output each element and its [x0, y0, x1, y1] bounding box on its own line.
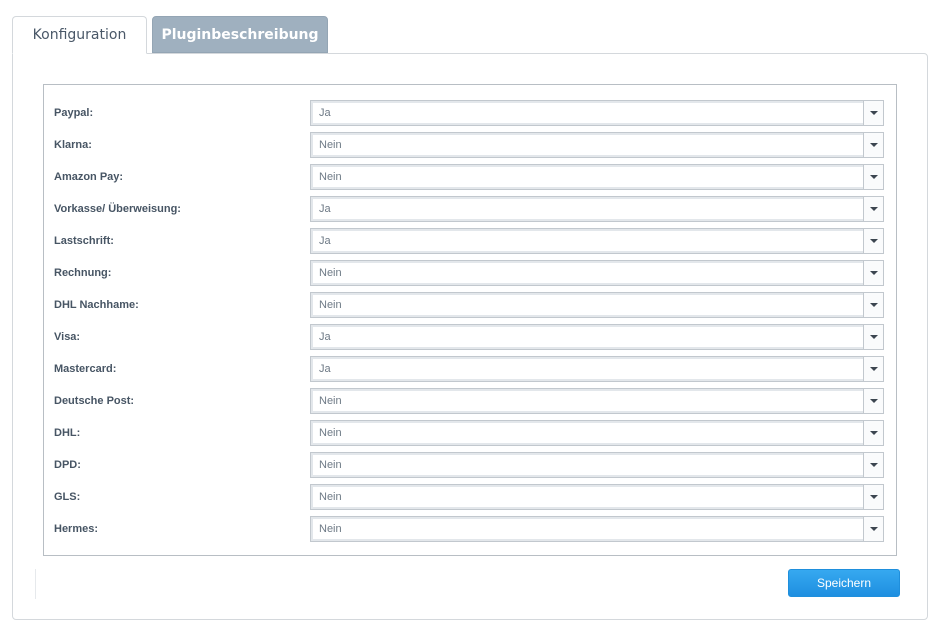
- chevron-down-icon[interactable]: [863, 261, 883, 285]
- amazon-pay-select[interactable]: Nein: [310, 164, 884, 190]
- selected-value: Ja: [319, 331, 331, 343]
- paypal-select[interactable]: Ja: [310, 100, 884, 126]
- form-row-hermes: Hermes: Nein: [44, 513, 896, 545]
- form-row-dhl-nachhame: DHL Nachhame: Nein: [44, 289, 896, 321]
- rechnung-select[interactable]: Nein: [310, 260, 884, 286]
- field-label: DHL Nachhame:: [54, 299, 139, 311]
- selected-value: Nein: [319, 459, 342, 471]
- field-label: GLS:: [54, 491, 81, 503]
- field-label: Rechnung:: [54, 267, 112, 279]
- chevron-down-icon[interactable]: [863, 229, 883, 253]
- chevron-down-icon[interactable]: [863, 453, 883, 477]
- chevron-down-icon[interactable]: [863, 197, 883, 221]
- selected-value: Nein: [319, 427, 342, 439]
- form-row-amazon-pay: Amazon Pay: Nein: [44, 161, 896, 193]
- field-label: Vorkasse/ Überweisung:: [54, 203, 181, 215]
- dhl-select[interactable]: Nein: [310, 420, 884, 446]
- field-label: DPD:: [54, 459, 81, 471]
- chevron-down-icon[interactable]: [863, 421, 883, 445]
- form-row-vorkasse: Vorkasse/ Überweisung: Ja: [44, 193, 896, 225]
- deutsche-post-select[interactable]: Nein: [310, 388, 884, 414]
- klarna-select[interactable]: Nein: [310, 132, 884, 158]
- selected-value: Nein: [319, 395, 342, 407]
- divider: [35, 569, 36, 599]
- chevron-down-icon[interactable]: [863, 293, 883, 317]
- selected-value: Ja: [319, 107, 331, 119]
- chevron-down-icon[interactable]: [863, 485, 883, 509]
- form-row-dpd: DPD: Nein: [44, 449, 896, 481]
- selected-value: Ja: [319, 363, 331, 375]
- field-label: Lastschrift:: [54, 235, 114, 247]
- field-label: DHL:: [54, 427, 81, 439]
- field-label: Klarna:: [54, 139, 92, 151]
- form-row-gls: GLS: Nein: [44, 481, 896, 513]
- field-label: Hermes:: [54, 523, 99, 535]
- selected-value: Ja: [319, 235, 331, 247]
- selected-value: Ja: [319, 203, 331, 215]
- selected-value: Nein: [319, 299, 342, 311]
- selected-value: Nein: [319, 139, 342, 151]
- dhl-nachhame-select[interactable]: Nein: [310, 292, 884, 318]
- config-panel: Paypal: Ja Klarna: Nein Amazon Pay: Nein…: [12, 53, 928, 620]
- selected-value: Nein: [319, 171, 342, 183]
- form-row-klarna: Klarna: Nein: [44, 129, 896, 161]
- tab-pluginbeschreibung[interactable]: Pluginbeschreibung: [152, 16, 328, 53]
- form-row-rechnung: Rechnung: Nein: [44, 257, 896, 289]
- mastercard-select[interactable]: Ja: [310, 356, 884, 382]
- dpd-select[interactable]: Nein: [310, 452, 884, 478]
- field-label: Amazon Pay:: [54, 171, 124, 183]
- chevron-down-icon[interactable]: [863, 101, 883, 125]
- gls-select[interactable]: Nein: [310, 484, 884, 510]
- chevron-down-icon[interactable]: [863, 133, 883, 157]
- chevron-down-icon[interactable]: [863, 389, 883, 413]
- chevron-down-icon[interactable]: [863, 517, 883, 541]
- hermes-select[interactable]: Nein: [310, 516, 884, 542]
- form-row-deutsche-post: Deutsche Post: Nein: [44, 385, 896, 417]
- selected-value: Nein: [319, 523, 342, 535]
- chevron-down-icon[interactable]: [863, 325, 883, 349]
- field-label: Deutsche Post:: [54, 395, 135, 407]
- field-label: Paypal:: [54, 107, 94, 119]
- vorkasse-select[interactable]: Ja: [310, 196, 884, 222]
- form-row-lastschrift: Lastschrift: Ja: [44, 225, 896, 257]
- lastschrift-select[interactable]: Ja: [310, 228, 884, 254]
- form-row-visa: Visa: Ja: [44, 321, 896, 353]
- form-row-paypal: Paypal: Ja: [44, 97, 896, 129]
- form-row-dhl: DHL: Nein: [44, 417, 896, 449]
- save-button[interactable]: Speichern: [788, 569, 900, 597]
- tab-konfiguration[interactable]: Konfiguration: [12, 16, 147, 54]
- chevron-down-icon[interactable]: [863, 165, 883, 189]
- payment-shipping-form: Paypal: Ja Klarna: Nein Amazon Pay: Nein…: [43, 84, 897, 556]
- form-row-mastercard: Mastercard: Ja: [44, 353, 896, 385]
- field-label: Visa:: [54, 331, 81, 343]
- field-label: Mastercard:: [54, 363, 117, 375]
- chevron-down-icon[interactable]: [863, 357, 883, 381]
- selected-value: Nein: [319, 491, 342, 503]
- visa-select[interactable]: Ja: [310, 324, 884, 350]
- selected-value: Nein: [319, 267, 342, 279]
